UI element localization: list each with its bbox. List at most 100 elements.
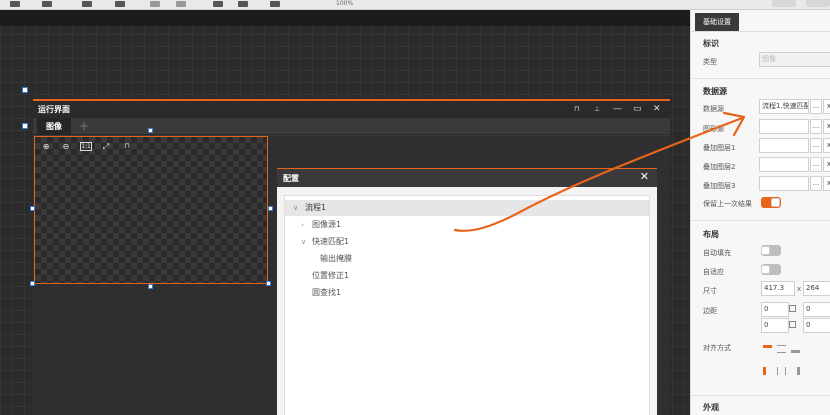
selection-handle-bottom[interactable]	[148, 284, 153, 289]
property-panel: 基础设置 标识 类型 图像 数据源 数据源 流程1.快速匹配 ... x 图形源…	[690, 10, 830, 415]
zoom-out-icon[interactable]: ⊖	[60, 141, 72, 152]
undo-icon[interactable]	[150, 1, 160, 7]
tab-image[interactable]: 图像	[37, 118, 71, 135]
margin-link-icon[interactable]	[789, 305, 796, 312]
align-right-icon[interactable]	[791, 367, 800, 375]
config-title: 配置	[283, 174, 299, 183]
divider	[691, 220, 830, 221]
selection-handle-bl[interactable]	[30, 281, 35, 286]
actual-size-icon[interactable]: 1:1	[80, 142, 92, 151]
tab-basic-settings[interactable]: 基础设置	[695, 13, 739, 31]
datasource-more-button[interactable]: ...	[810, 99, 822, 114]
chevron-right-icon[interactable]: ›	[301, 217, 304, 233]
redo-icon[interactable]	[176, 1, 186, 7]
overlay3-field[interactable]	[759, 176, 809, 191]
image-source-clear-button[interactable]: x	[823, 119, 830, 134]
tab-divider	[691, 31, 830, 32]
restore-icon[interactable]: ▭	[633, 103, 642, 115]
size-label: 尺寸	[703, 287, 717, 295]
adaptive-toggle[interactable]	[761, 264, 781, 275]
chevron-down-icon[interactable]: ∨	[293, 200, 298, 216]
overlay2-clear-button[interactable]: x	[823, 157, 830, 172]
toolbar-button-2[interactable]	[806, 0, 830, 7]
config-titlebar[interactable]: 配置 ✕	[277, 169, 657, 187]
tree-item-label: 快速匹配1	[312, 237, 350, 246]
margin-right-input[interactable]: 0	[803, 302, 830, 317]
divider	[691, 395, 830, 396]
margin-top-input[interactable]: 0	[761, 302, 789, 317]
zoom-in-icon[interactable]: ⊕	[40, 141, 52, 152]
align-top-icon[interactable]	[763, 345, 772, 353]
section-appearance-title: 外观	[703, 403, 719, 412]
auto-fill-toggle[interactable]	[761, 245, 781, 256]
margin-left-input[interactable]: 0	[803, 318, 830, 333]
zoom-level[interactable]: 100%	[336, 0, 353, 7]
overlay3-more-button[interactable]: ...	[810, 176, 822, 191]
overlay2-more-button[interactable]: ...	[810, 157, 822, 172]
distribute-icon[interactable]	[115, 1, 125, 7]
tree-item-label: 图像源1	[312, 220, 342, 229]
tree-item[interactable]: ∨ 流程1	[285, 200, 649, 216]
pin-icon[interactable]: ⊥	[594, 103, 600, 115]
datasource-label: 数据源	[703, 105, 724, 113]
minimize-icon[interactable]: —	[613, 103, 622, 115]
selection-handle-top[interactable]	[148, 128, 153, 133]
image-viewer[interactable]: ⊕ ⊖ 1:1 ⤢ ⊓	[34, 136, 268, 284]
stack-icon[interactable]	[42, 1, 52, 7]
tree-item[interactable]: 输出掩膜	[285, 251, 649, 267]
chevron-down-icon[interactable]: ∨	[301, 234, 306, 250]
tree-item-label: 流程1	[305, 203, 327, 212]
image-source-field[interactable]	[759, 119, 809, 134]
align-bottom-icon[interactable]	[791, 345, 800, 353]
toolbar-button-1[interactable]	[772, 0, 796, 7]
datasource-clear-button[interactable]: x	[823, 99, 830, 114]
runtime-tabbar: 图像 +	[33, 118, 670, 135]
fit-icon[interactable]: ⤢	[100, 141, 112, 152]
add-tab-icon[interactable]: +	[79, 119, 89, 133]
overlay2-field[interactable]	[759, 157, 809, 172]
layers-icon[interactable]	[10, 1, 20, 7]
tree-item[interactable]: 位置修正1	[285, 268, 649, 284]
keep-last-label: 保留上一次结果	[703, 200, 752, 208]
overlay2-label: 叠加图层2	[703, 163, 736, 171]
size-separator: x	[797, 285, 802, 293]
keep-last-toggle[interactable]	[761, 197, 781, 208]
adaptive-label: 自适应	[703, 268, 724, 276]
overlay1-clear-button[interactable]: x	[823, 138, 830, 153]
tree-item[interactable]: ∨ 快速匹配1	[285, 234, 649, 250]
runtime-window-titlebar[interactable]: 运行界面 ⊓ ⊥ — ▭ ✕	[33, 101, 670, 118]
margin-bottom-input[interactable]: 0	[761, 318, 789, 333]
image-source-more-button[interactable]: ...	[810, 119, 822, 134]
grid-icon[interactable]	[238, 1, 248, 7]
margin-link-icon[interactable]	[789, 321, 796, 328]
align-left-icon[interactable]	[763, 367, 772, 375]
align-middle-icon[interactable]	[777, 345, 786, 353]
datasource-field[interactable]: 流程1.快速匹配	[759, 99, 809, 114]
overlay3-clear-button[interactable]: x	[823, 176, 830, 191]
align-icon[interactable]	[82, 1, 92, 7]
lock-icon[interactable]: ⊓	[121, 141, 133, 152]
selection-handle-l[interactable]	[22, 123, 28, 129]
selection-handle-tl[interactable]	[22, 87, 28, 93]
overlay3-label: 叠加图层3	[703, 182, 736, 190]
tree-item[interactable]: 圆查找1	[285, 285, 649, 301]
width-input[interactable]: 417.3	[761, 281, 795, 296]
close-icon[interactable]: ✕	[640, 170, 649, 184]
save-icon[interactable]	[213, 1, 223, 7]
close-icon[interactable]: ✕	[653, 103, 661, 115]
auto-fill-label: 自动填充	[703, 249, 731, 257]
selection-handle-br[interactable]	[266, 281, 271, 286]
height-input[interactable]: 264	[803, 281, 830, 296]
align-center-icon[interactable]	[777, 367, 786, 375]
preview-icon[interactable]	[270, 1, 280, 7]
selection-handle-right[interactable]	[268, 206, 273, 211]
runtime-window-title: 运行界面	[38, 105, 70, 114]
overlay1-more-button[interactable]: ...	[810, 138, 822, 153]
margin-label: 边距	[703, 307, 717, 315]
tree-item[interactable]: › 图像源1	[285, 217, 649, 233]
lock-icon[interactable]: ⊓	[574, 103, 579, 115]
type-label: 类型	[703, 58, 717, 66]
overlay1-field[interactable]	[759, 138, 809, 153]
selection-handle-left[interactable]	[30, 206, 35, 211]
tree-item-label: 圆查找1	[312, 288, 342, 297]
